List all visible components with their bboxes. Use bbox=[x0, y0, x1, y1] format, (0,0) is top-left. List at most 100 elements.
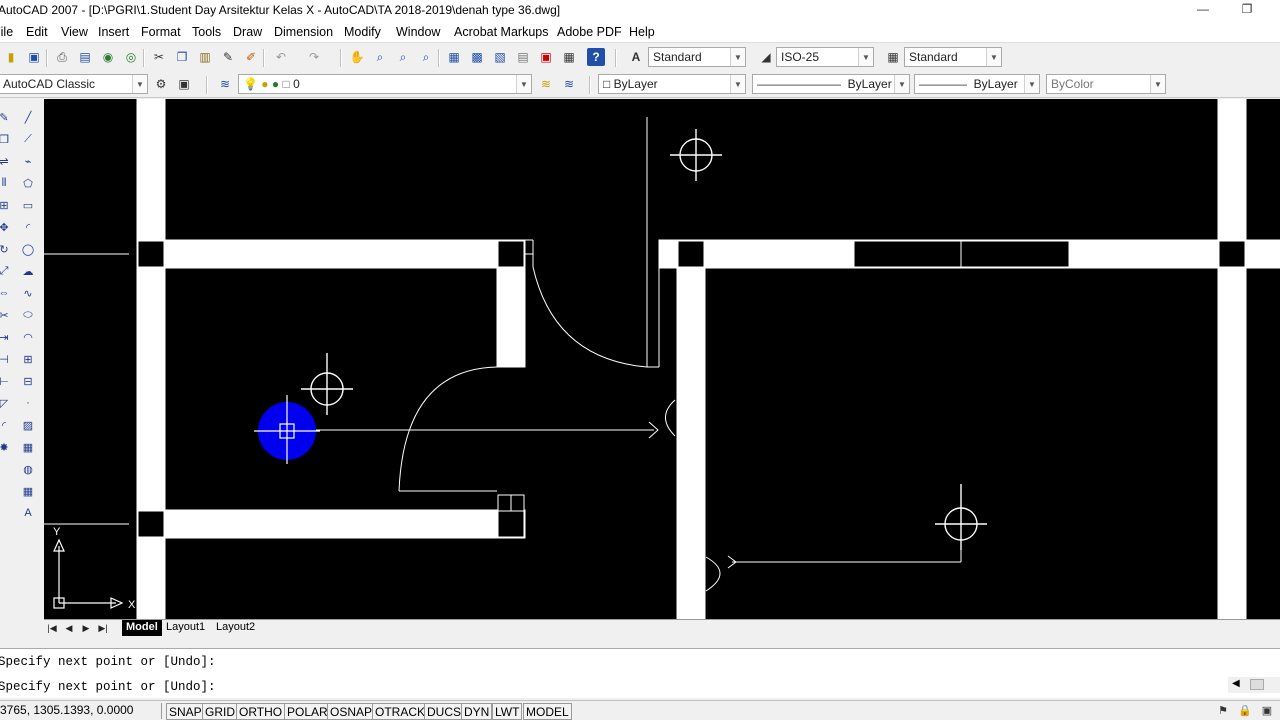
new-icon[interactable]: ▮ bbox=[2, 48, 20, 66]
plot-icon[interactable]: ⎙ bbox=[53, 48, 71, 66]
offset-icon[interactable]: ⫴ bbox=[0, 175, 12, 191]
ellipse-arc-icon[interactable]: ◠ bbox=[20, 329, 36, 345]
region-icon[interactable]: ◍ bbox=[20, 461, 36, 477]
lineweight-select[interactable]: ———— ByLayer ▼ bbox=[914, 74, 1040, 94]
menu-draw[interactable]: Draw bbox=[233, 25, 262, 39]
erase-icon[interactable]: ✎ bbox=[0, 109, 12, 125]
menu-dimension[interactable]: Dimension bbox=[274, 25, 333, 39]
scale-icon[interactable]: ⤢ bbox=[0, 263, 12, 279]
workspace-settings-icon[interactable]: ⚙ bbox=[152, 75, 170, 93]
menu-adobe-pdf[interactable]: Adobe PDF bbox=[557, 25, 622, 39]
clean-screen-icon[interactable]: ▣ bbox=[1260, 703, 1274, 717]
ortho-toggle[interactable]: ORTHO bbox=[236, 703, 286, 720]
chevron-down-icon[interactable]: ▼ bbox=[986, 48, 1001, 66]
sheet-set-icon[interactable]: ▤ bbox=[514, 48, 532, 66]
menu-format[interactable]: Format bbox=[141, 25, 181, 39]
command-scrollbar[interactable]: ◀ bbox=[1228, 677, 1280, 693]
mirror-icon[interactable]: ⇌ bbox=[0, 153, 12, 169]
paste-icon[interactable]: ▥ bbox=[196, 48, 214, 66]
color-select[interactable]: □ ByLayer ▼ bbox=[598, 74, 746, 94]
polar-toggle[interactable]: POLAR bbox=[284, 703, 331, 720]
rectangle-icon[interactable]: ▭ bbox=[20, 197, 36, 213]
spline-icon[interactable]: ∿ bbox=[20, 285, 36, 301]
point-icon[interactable]: · bbox=[20, 395, 36, 411]
polyline-icon[interactable]: ⌁ bbox=[20, 153, 36, 169]
last-tab-icon[interactable]: ▶| bbox=[95, 621, 111, 635]
menu-modify[interactable]: Modify bbox=[344, 25, 381, 39]
design-center-icon[interactable]: ▩ bbox=[468, 48, 486, 66]
pan-icon[interactable]: ✋ bbox=[348, 48, 366, 66]
insert-block-icon[interactable]: ⊞ bbox=[20, 351, 36, 367]
grid-toggle[interactable]: GRID bbox=[202, 703, 238, 720]
layer-manager-icon[interactable]: ≋ bbox=[216, 75, 234, 93]
drawing-area[interactable]: Y X bbox=[44, 99, 1280, 619]
scroll-thumb[interactable] bbox=[1250, 679, 1264, 690]
scroll-left-icon[interactable]: ◀ bbox=[1232, 678, 1240, 689]
menu-acrobat-markups[interactable]: Acrobat Markups bbox=[454, 25, 548, 39]
ellipse-icon[interactable]: ⬭ bbox=[20, 307, 36, 323]
zoom-realtime-icon[interactable]: ⌕ bbox=[371, 48, 389, 66]
minimize-button[interactable]: — bbox=[1193, 2, 1213, 18]
zoom-previous-icon[interactable]: ⌕ bbox=[417, 48, 435, 66]
copy-icon[interactable]: ❐ bbox=[173, 48, 191, 66]
chevron-down-icon[interactable]: ▼ bbox=[1150, 75, 1165, 93]
tool-palettes-icon[interactable]: ▧ bbox=[491, 48, 509, 66]
line-icon[interactable]: ╱ bbox=[20, 109, 36, 125]
gradient-icon[interactable]: ▦ bbox=[20, 439, 36, 455]
chevron-down-icon[interactable]: ▼ bbox=[132, 75, 147, 93]
chevron-down-icon[interactable]: ▼ bbox=[516, 75, 531, 93]
chevron-down-icon[interactable]: ▼ bbox=[858, 48, 873, 66]
multiline-text-icon[interactable]: A bbox=[20, 505, 36, 521]
properties-icon[interactable]: ▦ bbox=[445, 48, 463, 66]
layer-select[interactable]: 💡 ● ● □ 0 ▼ bbox=[238, 74, 532, 94]
chevron-down-icon[interactable]: ▼ bbox=[730, 48, 745, 66]
tab-layout2[interactable]: Layout2 bbox=[212, 620, 259, 636]
copy-object-icon[interactable]: ❐ bbox=[0, 131, 12, 147]
my-workspace-icon[interactable]: ▣ bbox=[175, 75, 193, 93]
text-style-select[interactable]: Standard ▼ bbox=[648, 47, 746, 67]
block-editor-icon[interactable]: ✐ bbox=[242, 48, 260, 66]
undo-icon[interactable]: ↶ bbox=[272, 48, 290, 66]
redo-icon[interactable]: ↷ bbox=[305, 48, 323, 66]
quickcalc-icon[interactable]: ▦ bbox=[560, 48, 578, 66]
communication-center-icon[interactable]: ⚑ bbox=[1216, 703, 1230, 717]
layer-previous-icon[interactable]: ≋ bbox=[560, 75, 578, 93]
fillet-icon[interactable]: ◜ bbox=[0, 417, 12, 433]
text-style-icon[interactable]: A bbox=[627, 48, 645, 66]
publish-icon[interactable]: ◉ bbox=[99, 48, 117, 66]
extend-icon[interactable]: ⇥ bbox=[0, 329, 12, 345]
join-icon[interactable]: ⊢ bbox=[0, 373, 12, 389]
floor-plan-drawing[interactable]: Y X bbox=[44, 99, 1280, 619]
construction-line-icon[interactable]: ⟋ bbox=[20, 131, 36, 147]
osnap-toggle[interactable]: OSNAP bbox=[327, 703, 376, 720]
menu-file[interactable]: File bbox=[0, 25, 13, 39]
linetype-select[interactable]: ——————— ByLayer ▼ bbox=[752, 74, 910, 94]
chevron-down-icon[interactable]: ▼ bbox=[894, 75, 909, 93]
prev-tab-icon[interactable]: ◀ bbox=[61, 621, 77, 635]
stretch-icon[interactable]: ⇔ bbox=[0, 285, 12, 301]
trim-icon[interactable]: ✂ bbox=[0, 307, 12, 323]
coordinate-readout[interactable]: 3765, 1305.1393, 0.0000 bbox=[0, 703, 162, 719]
table-icon[interactable]: ▦ bbox=[20, 483, 36, 499]
chevron-down-icon[interactable]: ▼ bbox=[1024, 75, 1039, 93]
zoom-window-icon[interactable]: ⌕ bbox=[394, 48, 412, 66]
array-icon[interactable]: ⊞ bbox=[0, 197, 12, 213]
move-icon[interactable]: ✥ bbox=[0, 219, 12, 235]
save-icon[interactable]: ▣ bbox=[25, 48, 43, 66]
tab-layout1[interactable]: Layout1 bbox=[162, 620, 209, 636]
table-style-select[interactable]: Standard ▼ bbox=[904, 47, 1002, 67]
table-style-icon[interactable]: ▦ bbox=[884, 48, 902, 66]
tab-model[interactable]: Model bbox=[122, 620, 162, 636]
chamfer-icon[interactable]: ◸ bbox=[0, 395, 12, 411]
next-tab-icon[interactable]: ▶ bbox=[78, 621, 94, 635]
rotate-icon[interactable]: ↻ bbox=[0, 241, 12, 257]
break-icon[interactable]: ⊣ bbox=[0, 351, 12, 367]
first-tab-icon[interactable]: |◀ bbox=[44, 621, 60, 635]
otrack-toggle[interactable]: OTRACK bbox=[372, 703, 429, 720]
lwt-toggle[interactable]: LWT bbox=[492, 703, 523, 720]
dyn-toggle[interactable]: DYN bbox=[461, 703, 493, 720]
plot-preview-icon[interactable]: ▤ bbox=[76, 48, 94, 66]
circle-icon[interactable]: ◯ bbox=[20, 241, 36, 257]
plotstyle-select[interactable]: ByColor ▼ bbox=[1046, 74, 1166, 94]
menu-tools[interactable]: Tools bbox=[192, 25, 221, 39]
